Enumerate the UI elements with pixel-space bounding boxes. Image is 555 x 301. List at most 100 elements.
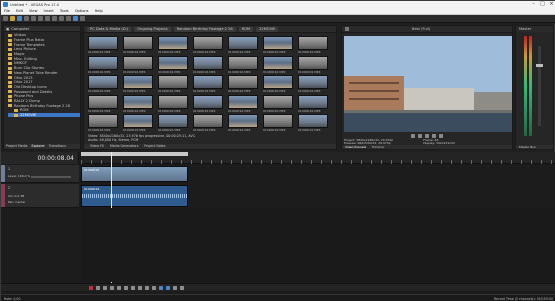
folder-item[interactable]: Random Birthday Footage 2 28: [8, 103, 80, 108]
go-to-start-icon[interactable]: [131, 285, 135, 290]
tab-project-notes[interactable]: Project Notes: [144, 144, 165, 149]
play-from-start-icon[interactable]: [103, 285, 107, 290]
preview-next-frame-icon[interactable]: [439, 134, 443, 138]
record-icon[interactable]: [89, 285, 93, 290]
media-thumbnail[interactable]: 01090016.MP4: [158, 114, 188, 132]
media-thumbnail[interactable]: 01090016.MP4: [228, 55, 258, 74]
loop-icon[interactable]: [96, 285, 100, 290]
new-project-icon[interactable]: [3, 16, 8, 21]
media-thumbnail[interactable]: 01090016.MP4: [193, 75, 223, 93]
tab-trimmer[interactable]: Trimmer: [372, 145, 384, 149]
cut-icon[interactable]: [38, 16, 43, 21]
media-thumbnail[interactable]: 01090016.MP4: [298, 94, 328, 113]
media-thumbnail[interactable]: 01090016.MP4: [88, 94, 118, 113]
media-thumbnail[interactable]: 01090016.MP4: [123, 114, 153, 132]
video-track-header[interactable]: 1 Level: 100.0 %: [1, 165, 79, 183]
media-thumbnail[interactable]: 01090016.MP4: [298, 75, 328, 93]
menu-insert[interactable]: Insert: [41, 9, 57, 13]
undo-icon[interactable]: [59, 16, 64, 21]
media-thumbnail[interactable]: 01090016.MP4: [193, 114, 223, 132]
media-thumbnail[interactable]: 01090016.MP4: [158, 94, 188, 113]
media-thumbnail[interactable]: 01090016.MP4: [123, 94, 153, 113]
path-22movie[interactable]: 22MOVIE: [256, 26, 279, 32]
media-thumbnail[interactable]: 01090016.MP4: [263, 55, 293, 74]
normal-edit-tool-icon[interactable]: [73, 16, 78, 21]
path-ongoing[interactable]: Ongoing Projects: [134, 26, 171, 32]
media-thumbnail[interactable]: 01090016.MP4: [193, 55, 223, 74]
media-thumbnail[interactable]: 01090016.MP4: [158, 75, 188, 93]
menu-view[interactable]: View: [26, 9, 41, 13]
go-to-end-icon[interactable]: [138, 285, 142, 290]
tab-video-preview[interactable]: Video Preview: [345, 145, 366, 149]
preview-pause-icon[interactable]: [418, 134, 422, 138]
media-thumbnail[interactable]: 01090016.MP4: [158, 55, 188, 74]
tab-transitions[interactable]: Transitions: [49, 144, 66, 149]
media-thumbnail[interactable]: 01090016.MP4: [263, 36, 293, 54]
explorer-breadcrumb[interactable]: Computer: [11, 27, 29, 31]
maximize-icon[interactable]: □: [538, 1, 547, 8]
next-frame-icon[interactable]: [152, 285, 156, 290]
media-thumbnail[interactable]: 01090016.MP4: [193, 94, 223, 113]
audio-track-header[interactable]: 2 Vol: 0.0 dB Pan: Center: [1, 184, 79, 208]
path-rom[interactable]: ROM: [238, 26, 254, 32]
play-icon[interactable]: [110, 285, 114, 290]
media-thumbnail[interactable]: 01090016.MP4: [228, 94, 258, 113]
open-folder-icon[interactable]: [10, 16, 15, 21]
menu-edit[interactable]: Edit: [13, 9, 26, 13]
media-thumbnail[interactable]: 01090016.MP4: [228, 75, 258, 93]
media-thumbnail[interactable]: 01090016.MP4: [123, 36, 153, 54]
save-icon[interactable]: [17, 16, 22, 21]
media-thumbnail[interactable]: 01090016.MP4: [228, 114, 258, 132]
menu-tools[interactable]: Tools: [57, 9, 72, 13]
media-thumbnail[interactable]: 01090016.MP4: [88, 114, 118, 132]
media-thumbnail[interactable]: 01090016.MP4: [158, 36, 188, 54]
video-level-slider[interactable]: [31, 176, 71, 178]
minimize-icon[interactable]: –: [529, 1, 538, 8]
snap-icon[interactable]: [159, 285, 163, 290]
media-thumbnail[interactable]: 01090016.MP4: [298, 55, 328, 74]
path-drive[interactable]: PC Data & Media (D:): [87, 26, 132, 32]
audio-clip[interactable]: 01090016: [81, 185, 188, 207]
folder-item[interactable]: 22MOVIE: [8, 112, 80, 118]
tab-explorer[interactable]: Explorer: [32, 144, 45, 149]
empty-track-area[interactable]: [81, 208, 555, 282]
auto-ripple-icon[interactable]: [166, 285, 170, 290]
media-thumbnail[interactable]: 01090016.MP4: [298, 36, 328, 54]
prev-frame-icon[interactable]: [145, 285, 149, 290]
menu-help[interactable]: Help: [92, 9, 106, 13]
media-thumbnail[interactable]: 01090016.MP4: [88, 75, 118, 93]
master-fader-track[interactable]: [538, 46, 541, 126]
lock-envelopes-icon[interactable]: [173, 285, 177, 290]
pause-icon[interactable]: [117, 285, 121, 290]
media-thumbnail[interactable]: 01090016.MP4: [298, 114, 328, 132]
menu-options[interactable]: Options: [72, 9, 92, 13]
copy-icon[interactable]: [45, 16, 50, 21]
menu-file[interactable]: File: [1, 9, 13, 13]
path-birthday[interactable]: Random Birthday Footage 2 28: [173, 26, 236, 32]
media-thumbnail[interactable]: 01090016.MP4: [123, 75, 153, 93]
properties-icon[interactable]: [31, 16, 36, 21]
stop-icon[interactable]: [124, 285, 128, 290]
video-clip[interactable]: 01090016: [81, 166, 188, 182]
preview-settings-icon[interactable]: [345, 27, 349, 31]
preview-quality-select[interactable]: Best (Full): [412, 27, 430, 31]
envelope-tool-icon[interactable]: [80, 16, 85, 21]
media-thumbnail[interactable]: 01090016.MP4: [88, 36, 118, 54]
preview-play-icon[interactable]: [411, 134, 415, 138]
media-thumbnail[interactable]: 01090016.MP4: [88, 55, 118, 74]
master-bus-tab[interactable]: Master Bus: [516, 145, 553, 149]
paste-icon[interactable]: [52, 16, 57, 21]
media-thumbnail[interactable]: 01090016.MP4: [193, 36, 223, 54]
time-ruler[interactable]: [81, 152, 555, 164]
tab-media-generators[interactable]: Media Generators: [110, 144, 138, 149]
redo-icon[interactable]: [66, 16, 71, 21]
ignore-grouping-icon[interactable]: [180, 285, 184, 290]
media-thumbnail[interactable]: 01090016.MP4: [263, 114, 293, 132]
render-icon[interactable]: [24, 16, 29, 21]
close-icon[interactable]: ×: [547, 1, 555, 8]
loop-region[interactable]: [81, 152, 188, 156]
master-fader-handle[interactable]: [536, 64, 543, 67]
media-thumbnail[interactable]: 01090016.MP4: [228, 36, 258, 54]
media-thumbnail[interactable]: 01090016.MP4: [263, 75, 293, 93]
media-thumbnail[interactable]: 01090016.MP4: [263, 94, 293, 113]
